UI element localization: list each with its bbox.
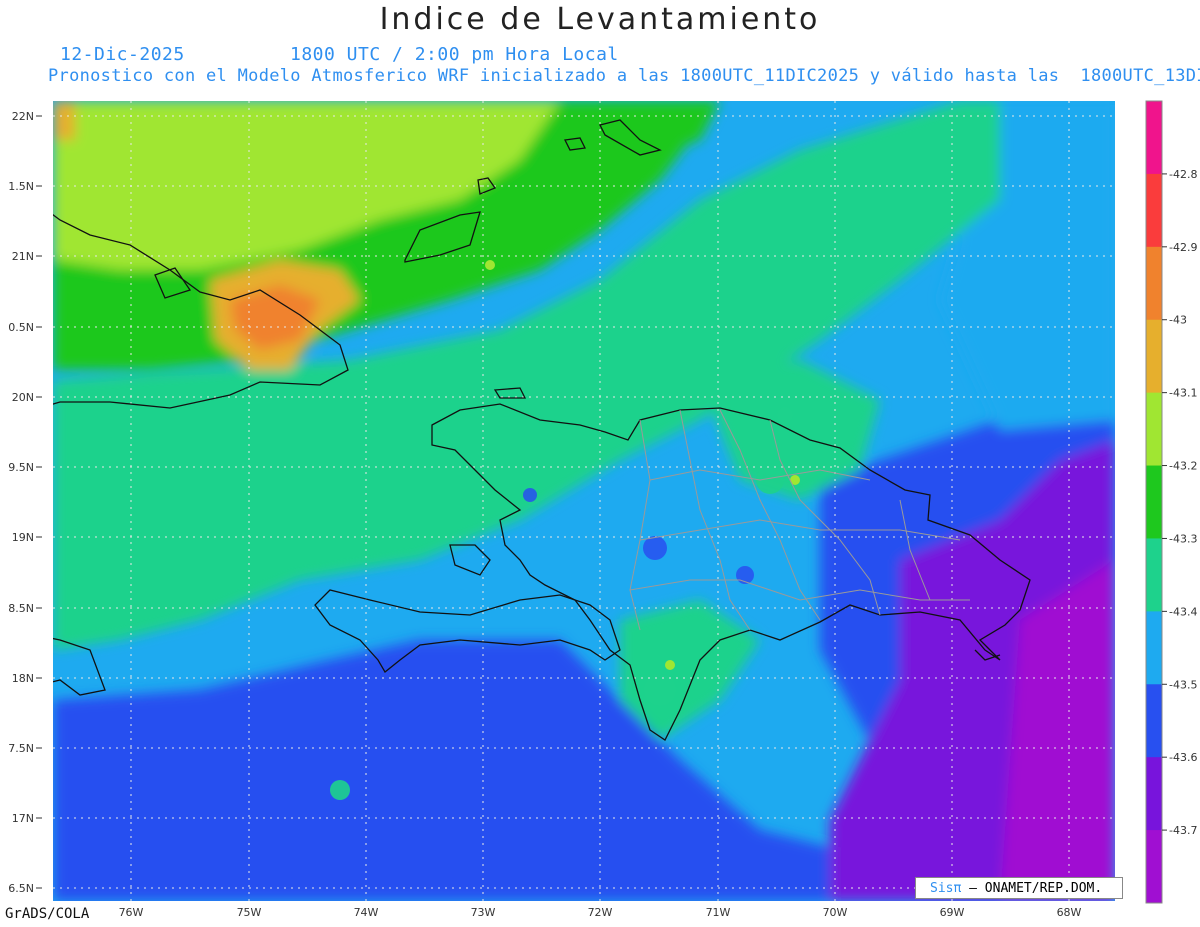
- lifted-index-map: 22N 1.5N 21N 0.5N 20N 9.5N 19N 8.5N 18N …: [8, 100, 1197, 919]
- lat-label: 8.5N: [8, 602, 34, 615]
- colorbar-swatch: [1146, 830, 1162, 904]
- colorbar-label: -42.9: [1169, 241, 1197, 254]
- lon-label: 68W: [1057, 906, 1082, 919]
- colorbar-label: -43.1: [1169, 387, 1197, 400]
- colorbar-label: -43.2: [1169, 460, 1197, 473]
- colorbar-label: -43.6: [1169, 751, 1197, 764]
- onamet-stamp: Sisπ – ONAMET/REP.DOM.: [915, 877, 1123, 899]
- colorbar-label: -43.7: [1169, 824, 1197, 837]
- colorbar-swatch: [1146, 101, 1162, 175]
- lon-label: 76W: [119, 906, 144, 919]
- lon-label: 72W: [588, 906, 613, 919]
- colorbar-label: -43: [1169, 314, 1187, 327]
- lon-label: 73W: [471, 906, 496, 919]
- colorbar-swatch: [1146, 611, 1162, 685]
- colorbar-swatch: [1146, 173, 1162, 248]
- colorbar-swatch: [1146, 465, 1162, 539]
- lat-label: 17N: [12, 812, 34, 825]
- lat-label: 22N: [12, 110, 34, 123]
- lat-label: 9.5N: [8, 461, 34, 474]
- shaded-field: [53, 101, 1115, 901]
- colorbar-label: -42.8: [1169, 168, 1197, 181]
- grads-credit: GrADS/COLA: [5, 906, 90, 922]
- lat-label: 1.5N: [8, 180, 34, 193]
- colorbar-swatch: [1146, 684, 1162, 758]
- colorbar-swatch: [1146, 757, 1162, 831]
- lat-label: 19N: [12, 531, 34, 544]
- lon-label: 69W: [940, 906, 965, 919]
- longitude-labels: 76W 75W 74W 73W 72W 71W 70W 69W 68W: [119, 906, 1082, 919]
- lon-label: 74W: [354, 906, 379, 919]
- colorbar-swatch: [1146, 392, 1162, 467]
- colorbar-swatch: [1146, 319, 1162, 394]
- colorbar-swatch: [1146, 538, 1162, 612]
- lat-label: 21N: [12, 250, 34, 263]
- lon-label: 71W: [706, 906, 731, 919]
- lat-label: 7.5N: [8, 742, 34, 755]
- colorbar-swatch: [1146, 246, 1162, 321]
- lon-label: 75W: [237, 906, 262, 919]
- colorbar-label: -43.4: [1169, 605, 1197, 618]
- lat-ticks: [36, 115, 42, 889]
- lat-label: 6.5N: [8, 882, 34, 895]
- lon-label: 70W: [823, 906, 848, 919]
- stamp-text: – ONAMET/REP.DOM.: [961, 881, 1103, 896]
- colorbar-label: -43.3: [1169, 532, 1197, 545]
- lat-label: 18N: [12, 672, 34, 685]
- sispi-logo: Sisπ: [930, 881, 962, 896]
- lat-label: 0.5N: [8, 321, 34, 334]
- colorbar: -42.8 -42.9 -43 -43.1 -43.2 -43.3 -43.4 -43.5 -4…: [1145, 100, 1197, 904]
- lat-label: 20N: [12, 391, 34, 404]
- colorbar-label: -43.5: [1169, 678, 1197, 691]
- latitude-labels: 22N 1.5N 21N 0.5N 20N 9.5N 19N 8.5N 18N …: [8, 110, 34, 895]
